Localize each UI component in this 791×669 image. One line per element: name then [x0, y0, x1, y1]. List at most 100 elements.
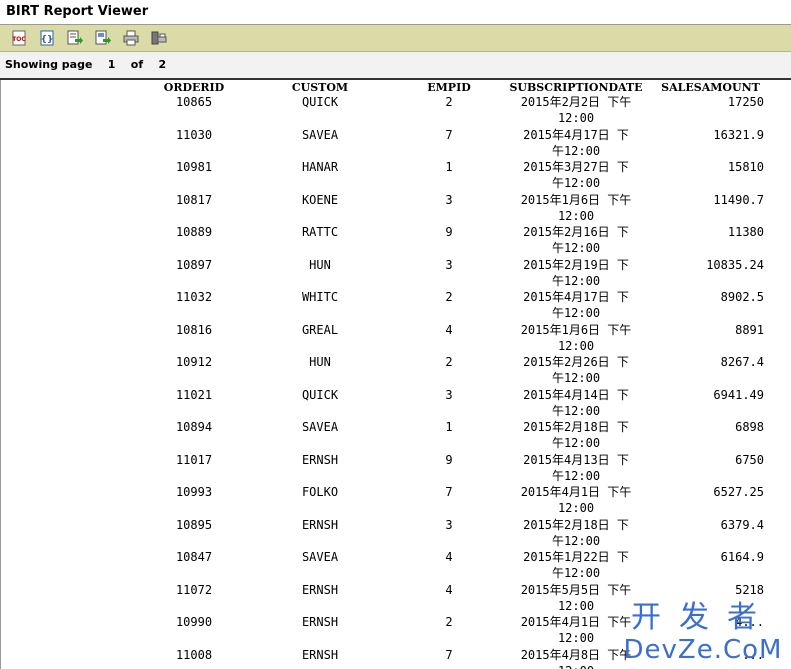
orderid-cell: 11017 [175, 452, 213, 467]
salesamount-cell: 10835.24 [706, 257, 764, 272]
table-row: 10894 SAVEA 1 2015年2月18日 下午12:00 6898 [151, 419, 764, 452]
date-text: 2015年1月6日 下午12:00 [520, 192, 632, 223]
custom-cell: WHITC [301, 290, 339, 304]
table-row: 10912 HUN 2 2015年2月26日 下午12:00 8267.4 [151, 354, 764, 387]
salesamount-cell: 11490.7 [713, 192, 764, 207]
table-row: 11021 QUICK 3 2015年4月14日 下午12:00 6941.49 [151, 387, 764, 420]
salesamount-cell: 8267.4 [720, 355, 764, 369]
empid-cell: 4 [445, 582, 453, 597]
watermark-top-text: 开发者 [631, 600, 775, 635]
date-text: 2015年2月2日 下午12:00 [520, 95, 632, 125]
subscriptiondate-cell: 2015年1月6日 下午12:00 [495, 192, 657, 225]
salesamount-cell: 16321.9 [713, 127, 764, 142]
custom-cell: ERNSH [301, 647, 339, 662]
subscriptiondate-cell: 2015年4月13日 下午12:00 [495, 452, 657, 485]
date-text: 2015年4月1日 下午12:00 [520, 485, 632, 515]
empid-cell: 1 [445, 420, 453, 434]
empid-cell: 2 [445, 615, 453, 629]
print-server-icon [151, 31, 167, 45]
svg-text:{}: {} [41, 35, 54, 45]
orderid-cell: 10897 [175, 257, 213, 272]
custom-cell: QUICK [301, 95, 339, 109]
table-row: 10889 RATTC 9 2015年2月16日 下午12:00 11380 [151, 224, 764, 257]
print-icon [123, 30, 139, 46]
custom-cell: KOENE [301, 192, 339, 207]
salesamount-cell: 6941.49 [713, 387, 764, 402]
orderid-cell: 11032 [175, 290, 213, 304]
subscriptiondate-cell: 2015年2月26日 下午12:00 [495, 354, 657, 387]
table-row: 11032 WHITC 2 2015年4月17日 下午12:00 8902.5 [151, 289, 764, 322]
orderid-cell: 10912 [175, 355, 213, 369]
toc-icon: TOC [12, 30, 26, 46]
table-row: 10847 SAVEA 4 2015年1月22日 下午12:00 6164.9 [151, 549, 764, 582]
custom-cell: GREAL [301, 322, 339, 337]
site-watermark: 开发者 DevZe.CoM [623, 601, 783, 667]
orderid-cell: 11030 [175, 127, 213, 142]
orderid-cell: 10895 [175, 517, 213, 532]
showing-page-label: Showing page [5, 58, 93, 71]
total-pages-number: 2 [158, 58, 167, 71]
date-text: 2015年4月13日 下午12:00 [523, 452, 629, 483]
subscriptiondate-cell: 2015年1月22日 下午12:00 [495, 549, 657, 582]
column-header-orderid: ORDERID [163, 80, 225, 94]
orderid-cell: 10865 [175, 95, 213, 109]
empid-cell: 2 [445, 355, 453, 369]
column-header-subscriptiondate: SUBSCRIPTIONDATE [509, 80, 643, 94]
export-report-icon [95, 30, 111, 45]
of-label: of [130, 58, 144, 71]
export-data-icon [67, 30, 83, 45]
empid-cell: 7 [445, 127, 453, 142]
empid-cell: 3 [445, 517, 453, 532]
salesamount-cell: 17250 [727, 95, 764, 109]
custom-cell: FOLKO [301, 485, 339, 499]
report-table: ORDERID CUSTOM EMPID SUBSCRIPTIONDATE SA… [151, 80, 764, 669]
orderid-cell: 10981 [175, 160, 213, 174]
table-row: 11017 ERNSH 9 2015年4月13日 下午12:00 6750 [151, 452, 764, 485]
column-header-empid: EMPID [427, 80, 471, 94]
custom-cell: ERNSH [301, 452, 339, 467]
date-text: 2015年4月17日 下午12:00 [523, 127, 629, 158]
table-row: 10865 QUICK 2 2015年2月2日 下午12:00 17250 [151, 94, 764, 127]
custom-cell: HUN [309, 257, 331, 272]
export-report-button[interactable] [92, 28, 114, 48]
salesamount-cell: 6379.4 [720, 517, 764, 532]
salesamount-cell: 11380 [727, 225, 764, 239]
custom-cell: SAVEA [301, 420, 339, 434]
table-row: 10897 HUN 3 2015年2月19日 下午12:00 10835.24 [151, 257, 764, 290]
date-text: 2015年2月18日 下午12:00 [523, 517, 629, 548]
date-text: 2015年2月19日 下午12:00 [523, 257, 629, 288]
salesamount-cell: 6527.25 [713, 485, 764, 499]
subscriptiondate-cell: 2015年3月27日 下午12:00 [495, 159, 657, 192]
subscriptiondate-cell: 2015年2月18日 下午12:00 [495, 517, 657, 550]
report-content[interactable]: ORDERID CUSTOM EMPID SUBSCRIPTIONDATE SA… [0, 80, 791, 669]
table-row: 10895 ERNSH 3 2015年2月18日 下午12:00 6379.4 [151, 517, 764, 550]
table-row: 10981 HANAR 1 2015年3月27日 下午12:00 15810 [151, 159, 764, 192]
custom-cell: ERNSH [301, 582, 339, 597]
export-data-button[interactable] [64, 28, 86, 48]
orderid-cell: 11021 [175, 387, 213, 402]
empid-cell: 2 [445, 290, 453, 304]
salesamount-cell: 8902.5 [720, 290, 764, 304]
watermark-bottom-text: DevZe.CoM [623, 635, 783, 665]
subscriptiondate-cell: 2015年4月17日 下午12:00 [495, 127, 657, 160]
custom-cell: SAVEA [301, 127, 339, 142]
print-button[interactable] [120, 28, 142, 48]
custom-cell: RATTC [301, 225, 339, 239]
custom-cell: ERNSH [301, 517, 339, 532]
orderid-cell: 10990 [175, 615, 213, 629]
table-row: 10817 KOENE 3 2015年1月6日 下午12:00 11490.7 [151, 192, 764, 225]
salesamount-cell: 15810 [727, 160, 764, 174]
subscriptiondate-cell: 2015年2月18日 下午12:00 [495, 419, 657, 452]
salesamount-cell: 6750 [735, 452, 764, 467]
print-server-button[interactable] [148, 28, 170, 48]
parameters-icon: {} [40, 30, 54, 46]
column-header-salesamount: SALESAMOUNT [661, 80, 760, 94]
toc-button[interactable]: TOC [8, 28, 30, 48]
orderid-cell: 10894 [175, 420, 213, 434]
orderid-cell: 11008 [175, 647, 213, 662]
orderid-cell: 11072 [175, 582, 213, 597]
parameters-button[interactable]: {} [36, 28, 58, 48]
empid-cell: 4 [445, 550, 453, 564]
page-navigation: Showing page 1 of 2 [0, 52, 791, 80]
date-text: 2015年2月18日 下午12:00 [523, 420, 629, 450]
